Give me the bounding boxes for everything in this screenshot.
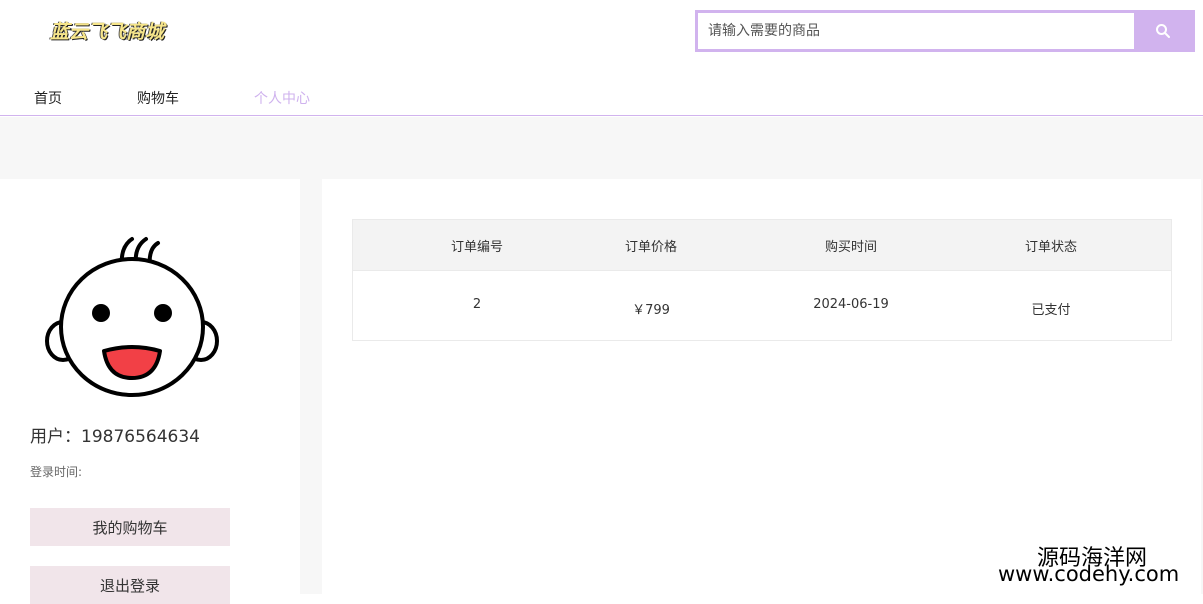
logout-button[interactable]: 退出登录 [30, 566, 230, 604]
user-label: 用户： [30, 427, 81, 447]
orders-table-header: 订单编号 订单价格 购买时间 订单状态 [353, 220, 1171, 270]
baby-face-icon [45, 237, 219, 397]
nav-item-profile[interactable]: 个人中心 [254, 88, 310, 108]
orders-table: 订单编号 订单价格 购买时间 订单状态 2 ￥799 2024-06-19 已支… [352, 219, 1172, 341]
orders-panel: 订单编号 订单价格 购买时间 订单状态 2 ￥799 2024-06-19 已支… [322, 179, 1201, 594]
search-button[interactable] [1134, 13, 1192, 49]
main-nav: 首页 购物车 个人中心 [0, 70, 1203, 116]
profile-sidebar: 用户：19876564634 登录时间: 我的购物车 退出登录 [0, 179, 300, 604]
user-info: 用户：19876564634 [30, 422, 200, 447]
search-bar [695, 10, 1195, 52]
table-row: 2 ￥799 2024-06-19 已支付 [353, 270, 1171, 340]
header: 蓝云飞飞商城 [0, 0, 1203, 70]
my-cart-button[interactable]: 我的购物车 [30, 508, 230, 546]
user-phone: 19876564634 [81, 427, 200, 447]
banner-band [0, 117, 1203, 179]
search-input[interactable] [698, 13, 1134, 49]
nav-item-cart[interactable]: 购物车 [137, 88, 179, 108]
header-order-status: 订单状态 [1024, 239, 1077, 255]
header-purchase-time: 购买时间 [824, 239, 877, 255]
watermark-url: www.codehy.com [998, 562, 1180, 586]
order-price: ￥799 [632, 303, 670, 318]
nav-item-home[interactable]: 首页 [34, 88, 62, 108]
site-logo[interactable]: 蓝云飞飞商城 [50, 17, 164, 44]
order-status: 已支付 [1031, 303, 1071, 318]
login-time-label: 登录时间: [30, 465, 83, 479]
order-id: 2 [472, 297, 482, 312]
header-order-id: 订单编号 [450, 239, 503, 255]
search-icon [1156, 24, 1170, 38]
header-order-price: 订单价格 [624, 239, 677, 255]
purchase-time: 2024-06-19 [813, 297, 889, 312]
